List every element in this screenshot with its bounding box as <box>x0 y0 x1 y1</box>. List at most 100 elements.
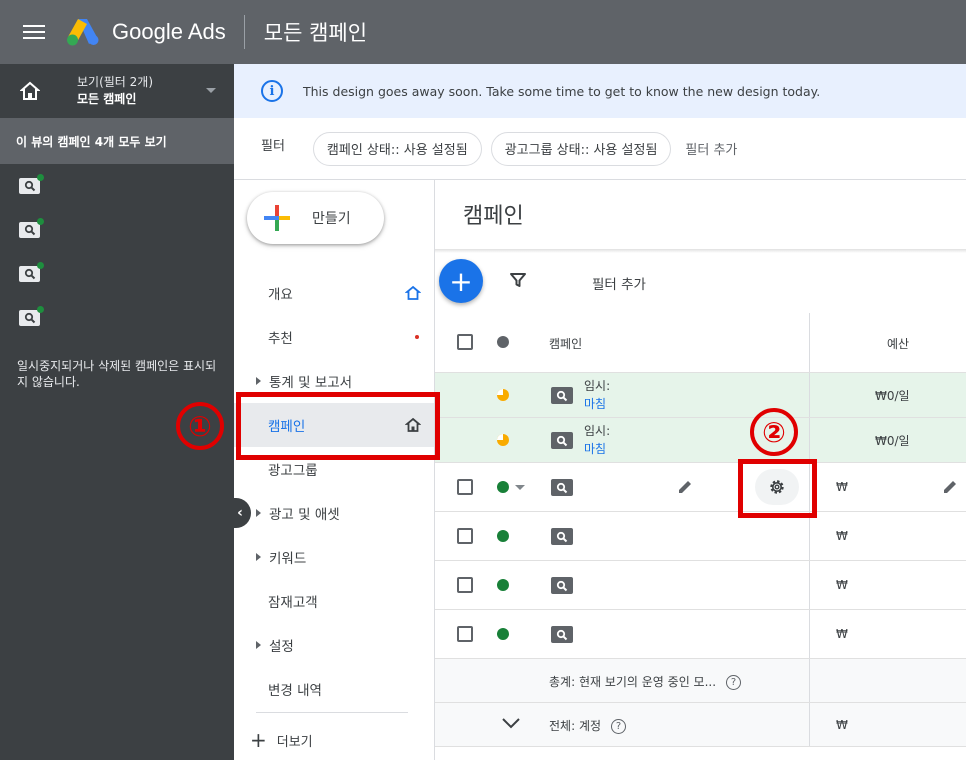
campaign-tree-item[interactable] <box>0 296 234 340</box>
totals-row: 전체: 계정? ₩ <box>435 703 966 747</box>
row-checkbox[interactable] <box>457 626 473 642</box>
nav-item-ads-assets[interactable]: 광고 및 애셋 <box>234 491 434 535</box>
enabled-status-icon[interactable] <box>497 481 509 493</box>
campaigns-table: 캠페인 예산 임시: 마침 ₩0/일 임시: 마침 ₩0/일 ₩ ₩ ₩ ₩ 총… <box>435 313 966 747</box>
status-dropdown-caret-icon[interactable] <box>515 485 525 490</box>
search-campaign-icon <box>551 626 573 643</box>
campaign-tree-item[interactable] <box>0 252 234 296</box>
banner-text: This design goes away soon. Take some ti… <box>303 83 821 99</box>
view-all-campaigns-link[interactable]: 이 뷰의 캠페인 4개 모두 보기 <box>0 118 234 164</box>
column-divider <box>809 418 810 462</box>
budget-value: ₩ <box>836 627 848 641</box>
nav-item-label: 키워드 <box>269 551 307 567</box>
column-divider <box>809 512 810 560</box>
campaign-name-link[interactable]: 마침 <box>584 395 610 413</box>
help-icon[interactable]: ? <box>726 675 742 690</box>
filter-icon[interactable] <box>509 271 527 289</box>
nav-item-label: 설정 <box>269 639 294 655</box>
search-campaign-icon <box>551 479 573 496</box>
budget-value: ₩ <box>836 578 848 592</box>
notification-dot <box>415 335 419 339</box>
nav-item-label: 광고 및 애셋 <box>269 507 340 523</box>
annotation-box-gear <box>738 459 817 518</box>
table-row: ₩ <box>435 463 966 512</box>
table-row: ₩ <box>435 610 966 659</box>
edit-budget-pencil-icon[interactable] <box>941 478 959 496</box>
row-checkbox[interactable] <box>457 577 473 593</box>
total-running-label: 총계: 현재 보기의 운영 중인 모... <box>549 675 717 689</box>
toolbar-add-filter[interactable]: 필터 추가 <box>592 273 646 293</box>
nav-item-label: 잠재고객 <box>268 595 318 611</box>
table-row: ₩ <box>435 561 966 610</box>
column-divider <box>809 561 810 609</box>
plus-icon <box>264 205 290 231</box>
enabled-status-icon[interactable] <box>497 628 509 640</box>
nav-item-overview[interactable]: 개요 <box>234 271 434 315</box>
help-icon[interactable]: ? <box>611 719 627 734</box>
menu-icon[interactable] <box>23 21 45 43</box>
search-campaign-icon <box>551 387 573 404</box>
nav-item-label: 통계 및 보고서 <box>269 375 353 391</box>
expand-arrow-icon <box>256 553 261 561</box>
nav-item-recommendations[interactable]: 추천 <box>234 315 434 359</box>
budget-value: ₩ <box>836 480 848 494</box>
enabled-status-icon[interactable] <box>497 530 509 542</box>
home-icon <box>405 285 421 300</box>
nav-more-button[interactable]: + 더보기 <box>250 728 313 752</box>
nav-item-audiences[interactable]: 잠재고객 <box>234 579 434 623</box>
enabled-status-dot <box>37 174 44 181</box>
view-selector[interactable]: 보기(필터 2개) 모든 캠페인 <box>0 64 234 118</box>
campaign-tree-item[interactable] <box>0 208 234 252</box>
enabled-status-dot <box>37 218 44 225</box>
status-column-icon[interactable] <box>497 336 509 348</box>
campaign-tree-item[interactable] <box>0 164 234 208</box>
row-checkbox[interactable] <box>457 528 473 544</box>
add-filter-link[interactable]: 필터 추가 <box>685 139 737 158</box>
nav-more-label: 더보기 <box>276 734 313 750</box>
filter-chip-adgroup-status[interactable]: 광고그룹 상태:: 사용 설정됨 <box>490 131 672 166</box>
brand-name: Google Ads <box>112 19 226 44</box>
create-button[interactable]: 만들기 <box>247 192 384 244</box>
column-header-campaign[interactable]: 캠페인 <box>549 335 582 352</box>
campaign-name-link[interactable]: 마침 <box>584 440 610 458</box>
paused-status-icon <box>497 434 509 446</box>
search-campaign-icon <box>551 577 573 594</box>
annotation-number-1: ① <box>176 402 224 450</box>
chevron-down-icon[interactable] <box>501 716 521 730</box>
page-nav-panel: 만들기 개요 추천 통계 및 보고서 캠페인 광고그룹 광고 및 애셋 키워드 <box>234 180 435 760</box>
table-toolbar: + 필터 추가 <box>435 253 966 313</box>
enabled-status-dot <box>37 262 44 269</box>
enabled-status-icon[interactable] <box>497 579 509 591</box>
caret-down-icon[interactable] <box>206 88 216 93</box>
filter-bar: 필터 캠페인 상태:: 사용 설정됨 광고그룹 상태:: 사용 설정됨 필터 추… <box>234 118 966 180</box>
search-campaign-icon <box>551 432 573 449</box>
google-ads-logo <box>66 17 100 47</box>
budget-value: ₩ <box>836 718 848 732</box>
row-checkbox[interactable] <box>457 479 473 495</box>
column-divider <box>809 703 810 746</box>
add-campaign-button[interactable]: + <box>439 259 483 303</box>
column-header-budget[interactable]: 예산 <box>887 335 909 352</box>
table-row: 임시: 마침 ₩0/일 <box>435 373 966 418</box>
nav-item-keywords[interactable]: 키워드 <box>234 535 434 579</box>
nav-item-label: 광고그룹 <box>268 463 318 479</box>
nav-divider <box>256 712 408 713</box>
column-divider <box>809 313 810 372</box>
nav-item-settings[interactable]: 설정 <box>234 623 434 667</box>
table-row: 임시: 마침 ₩0/일 <box>435 418 966 463</box>
search-campaign-icon <box>551 528 573 545</box>
totals-row: 총계: 현재 보기의 운영 중인 모...? <box>435 659 966 703</box>
edit-pencil-icon[interactable] <box>676 478 694 496</box>
search-campaign-icon <box>19 174 44 194</box>
expand-arrow-icon <box>256 641 261 649</box>
top-app-bar: Google Ads 모든 캠페인 <box>0 0 966 64</box>
budget-value: ₩0/일 <box>875 389 910 403</box>
column-divider <box>809 659 810 702</box>
filter-chip-campaign-status[interactable]: 캠페인 상태:: 사용 설정됨 <box>312 131 482 166</box>
nav-item-label: 변경 내역 <box>268 683 322 699</box>
new-design-banner: i This design goes away soon. Take some … <box>234 64 966 118</box>
paused-campaigns-note: 일시중지되거나 삭제된 캠페인은 표시되지 않습니다. <box>17 359 217 389</box>
nav-item-change-history[interactable]: 변경 내역 <box>234 667 434 711</box>
select-all-checkbox[interactable] <box>457 334 473 350</box>
budget-value: ₩ <box>836 529 848 543</box>
